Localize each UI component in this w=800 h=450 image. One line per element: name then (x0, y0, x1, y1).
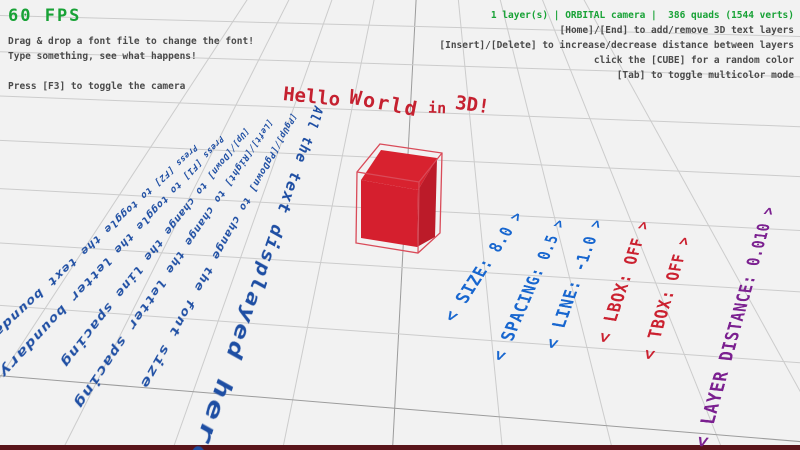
hint-add-remove-layers: [Home]/[End] to add/remove 3D text layer… (439, 23, 794, 38)
app-window: Press [F2] to toggle the text boundary P… (0, 0, 800, 450)
cube-front-face (361, 180, 418, 247)
ground-near-edge (0, 445, 800, 450)
hint-spacer (8, 64, 254, 79)
hint-layer-distance: [Insert]/[Delete] to increase/decrease d… (439, 38, 794, 53)
hint-cube-random-color: click the [CUBE] for a random color (439, 53, 794, 68)
hello-world-3d-text: Hello World in 3D! (283, 86, 490, 110)
grid-axis-line (0, 372, 800, 450)
heading-word: in (428, 99, 447, 124)
heading-word: World (348, 85, 422, 122)
hint-drag-drop-font: Drag & drop a font file to change the fo… (8, 34, 254, 49)
hint-multicolor-mode: [Tab] to toggle multicolor mode (439, 68, 794, 83)
heading-word: Hello (282, 83, 341, 113)
status-bar: 1 layer(s) | ORBITAL camera | 386 quads … (439, 8, 794, 23)
hud-left: 60 FPS Drag & drop a font file to change… (8, 6, 254, 94)
heading-word: 3D! (454, 92, 491, 121)
fps-counter: 60 FPS (8, 6, 254, 26)
hud-right: 1 layer(s) | ORBITAL camera | 386 quads … (439, 8, 794, 83)
label-layer-distance: < LAYER DISTANCE: 0.010 > (690, 206, 779, 448)
hint-type-something: Type something, see what happens! (8, 49, 254, 64)
hint-toggle-camera: Press [F3] to toggle the camera (8, 79, 254, 94)
label-tbox: < TBOX: OFF > (637, 235, 695, 360)
cube[interactable] (344, 140, 450, 256)
